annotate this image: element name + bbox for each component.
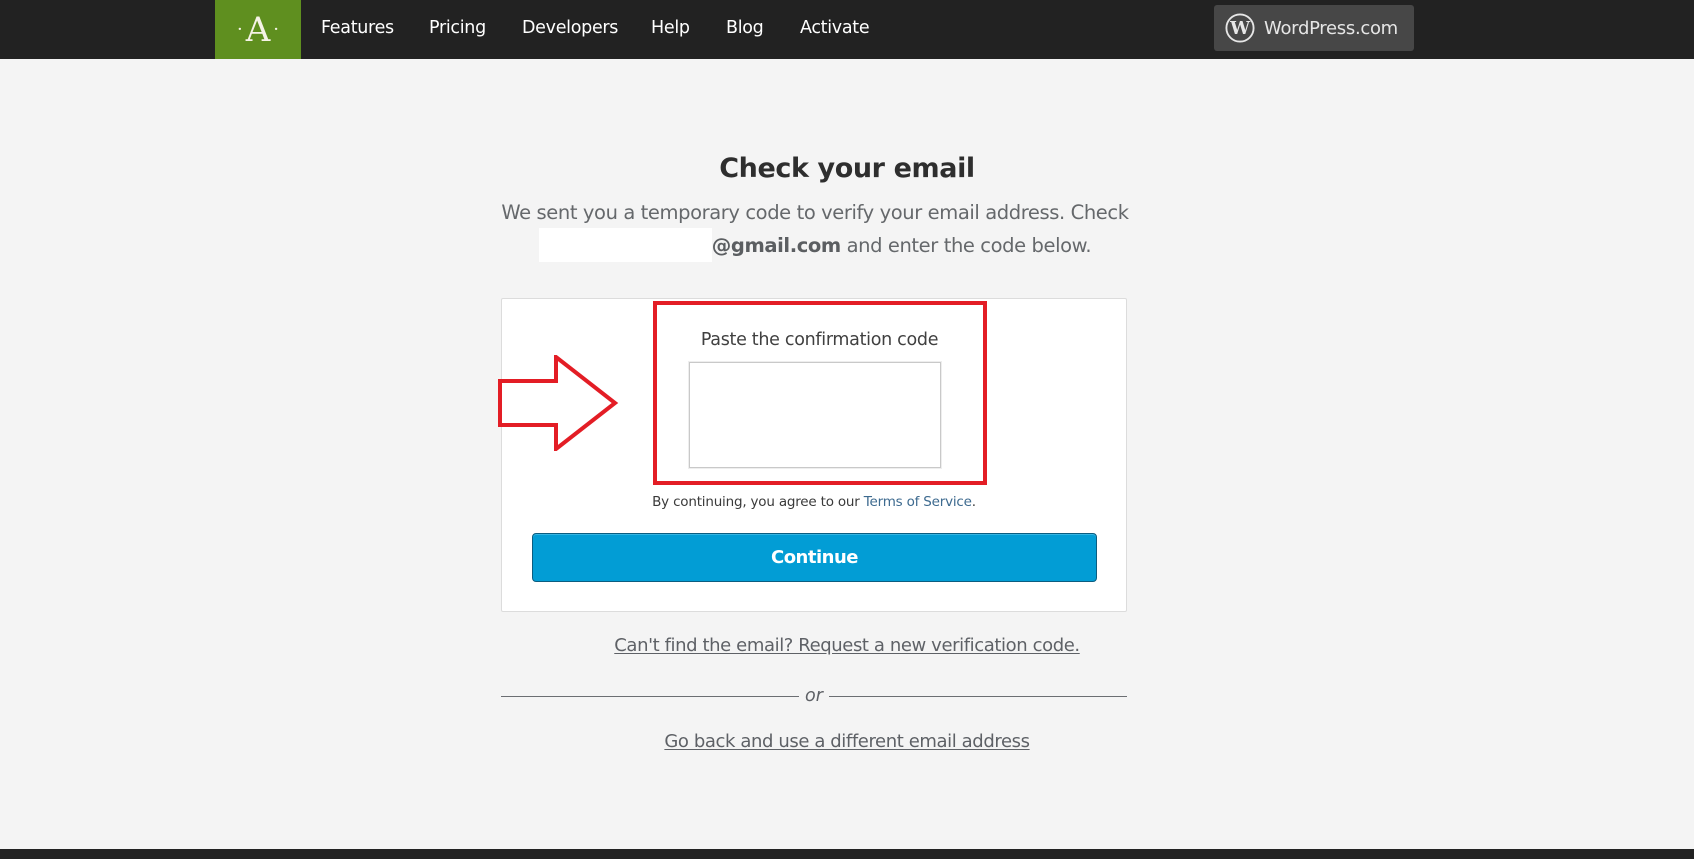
redacted-email-user — [538, 227, 712, 262]
logo-letter: A — [245, 9, 271, 50]
divider-line-left — [501, 695, 800, 697]
code-label: Paste the confirmation code — [700, 330, 939, 350]
nav-help[interactable]: Help — [651, 0, 690, 59]
go-back-row: Go back and use a different email addres… — [0, 731, 1694, 752]
svg-text:W: W — [1229, 18, 1251, 39]
nav-pricing[interactable]: Pricing — [429, 0, 486, 59]
footer-bar — [0, 849, 1694, 859]
divider-label: or — [805, 686, 823, 706]
resend-code-row: Can't find the email? Request a new veri… — [0, 635, 1694, 656]
nav-activate[interactable]: Activate — [800, 0, 870, 59]
email-domain: @gmail.com — [711, 233, 841, 257]
logo-dot-left: · — [236, 19, 243, 40]
confirmation-code-input[interactable] — [689, 362, 941, 468]
terms-notice: By continuing, you agree to our Terms of… — [501, 494, 1127, 510]
subtitle-line1: We sent you a temporary code to verify y… — [501, 201, 1129, 224]
use-different-email-link[interactable]: Go back and use a different email addres… — [664, 731, 1030, 752]
wordpress-com-label: WordPress.com — [1264, 17, 1398, 39]
nav-features[interactable]: Features — [321, 0, 394, 59]
wordpress-com-button[interactable]: W WordPress.com — [1214, 5, 1414, 51]
or-divider: or — [501, 683, 1127, 709]
request-new-code-link[interactable]: Can't find the email? Request a new veri… — [614, 635, 1080, 656]
terms-prefix: By continuing, you agree to our — [652, 494, 864, 510]
site-logo[interactable]: · A · — [215, 0, 301, 59]
nav-developers[interactable]: Developers — [522, 0, 618, 59]
continue-button[interactable]: Continue — [532, 533, 1097, 582]
wordpress-logo-icon: W — [1225, 13, 1255, 43]
subtitle-line2-suffix: and enter the code below. — [840, 233, 1092, 257]
nav-blog[interactable]: Blog — [726, 0, 764, 59]
page-title: Check your email — [719, 153, 975, 184]
divider-line-right — [828, 695, 1127, 697]
top-navigation-bar: · A · Features Pricing Developers Help B… — [0, 0, 1694, 59]
logo-dot-right: · — [273, 19, 280, 40]
terms-of-service-link[interactable]: Terms of Service — [864, 494, 972, 510]
terms-suffix: . — [971, 494, 976, 510]
page-subtitle: We sent you a temporary code to verify y… — [495, 198, 1135, 262]
